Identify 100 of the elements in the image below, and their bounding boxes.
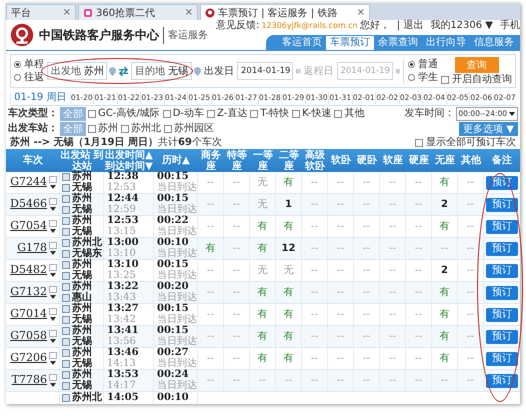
column-header[interactable]: 特等座 xyxy=(224,149,250,172)
checkbox[interactable] xyxy=(121,124,129,132)
checkbox[interactable] xyxy=(334,110,342,118)
train-number-link[interactable]: G7058 xyxy=(10,331,47,342)
column-header[interactable]: 车次 xyxy=(6,149,60,172)
train-number-link[interactable]: G7244 xyxy=(10,177,47,188)
train-number-link[interactable]: G178 xyxy=(17,243,47,254)
info-dropdown-icon[interactable] xyxy=(49,176,57,190)
info-dropdown-icon[interactable] xyxy=(49,352,57,366)
train-number-link[interactable]: G7054 xyxy=(10,221,47,232)
caret-icon[interactable] xyxy=(508,110,516,118)
book-button[interactable]: 预订 xyxy=(486,374,518,388)
checkbox[interactable] xyxy=(162,110,171,118)
close-tab-icon[interactable]: × xyxy=(184,7,193,18)
more-options-button[interactable]: 更多选项 ▼ xyxy=(459,122,518,136)
info-dropdown-icon[interactable] xyxy=(49,330,57,344)
nav-tab[interactable]: 信息服务 xyxy=(470,36,518,50)
seat-availability-cell: -- xyxy=(380,194,406,215)
close-tab-icon[interactable]: × xyxy=(62,7,71,18)
checkbox[interactable] xyxy=(292,110,300,118)
duration-text: 00:15 xyxy=(157,304,189,314)
book-button[interactable]: 预订 xyxy=(486,264,518,278)
nav-tab[interactable]: 余票查询 xyxy=(374,36,422,50)
seat-availability-cell: -- xyxy=(198,348,224,369)
column-header[interactable]: 无座 xyxy=(432,149,458,172)
train-number-link[interactable]: D5482 xyxy=(10,265,47,276)
column-header[interactable]: 软卧 xyxy=(328,149,354,172)
column-header[interactable]: 硬卧 xyxy=(354,149,380,172)
info-dropdown-icon[interactable] xyxy=(49,374,57,388)
radio-button[interactable] xyxy=(14,74,21,81)
book-button[interactable]: 预订 xyxy=(486,308,518,322)
radio-button[interactable] xyxy=(14,61,21,68)
train-number-link[interactable]: G7132 xyxy=(10,287,47,298)
to-field[interactable]: 目的地 无锡 xyxy=(131,62,192,80)
column-header[interactable]: 一等座 xyxy=(250,149,276,172)
book-button[interactable]: 预订 xyxy=(486,220,518,234)
seat-availability-cell: -- xyxy=(302,194,328,215)
book-button[interactable]: 预订 xyxy=(486,242,518,256)
info-dropdown-icon[interactable] xyxy=(49,308,57,322)
checkbox[interactable] xyxy=(250,110,258,118)
info-dropdown-icon[interactable] xyxy=(49,286,57,300)
arrival-time: 13:25 xyxy=(107,270,137,281)
checkbox[interactable] xyxy=(441,76,449,84)
seat-availability-cell: -- xyxy=(458,172,484,193)
nav-tab[interactable]: 车票预订 xyxy=(326,36,374,50)
column-header[interactable]: 出发时间▲ 到达时间▼ xyxy=(104,149,154,172)
calendar-icon[interactable] xyxy=(296,66,300,76)
browser-tab[interactable]: 360抢票二代 × xyxy=(78,4,198,20)
column-header[interactable]: 历时▲ xyxy=(154,149,198,172)
close-tab-icon[interactable]: × xyxy=(356,7,365,18)
my-account-link[interactable]: 我的12306 ▼ xyxy=(430,20,493,32)
info-dropdown-icon[interactable] xyxy=(49,220,57,234)
departure-station: 苏州 xyxy=(72,172,92,182)
book-button[interactable]: 预订 xyxy=(486,352,518,366)
date-label: 出发日 xyxy=(204,64,234,78)
column-header[interactable]: 高级软卧 xyxy=(302,149,328,172)
seat-availability-cell: -- xyxy=(406,282,432,303)
radio-button[interactable] xyxy=(408,74,415,81)
nav-tab[interactable]: 客运首页 xyxy=(278,36,326,50)
train-number-link[interactable]: G7014 xyxy=(10,309,47,320)
seat-availability-cell: -- xyxy=(432,370,458,391)
book-button[interactable]: 预订 xyxy=(486,286,518,300)
calendar-icon[interactable] xyxy=(396,66,400,76)
logout-link[interactable]: | 退出 xyxy=(396,20,424,32)
column-header[interactable]: 二等座 xyxy=(276,149,302,172)
train-number-link[interactable]: G7206 xyxy=(10,353,47,364)
column-header[interactable]: 硬座 xyxy=(406,149,432,172)
info-dropdown-icon[interactable] xyxy=(49,242,57,256)
train-number-link[interactable]: T7786 xyxy=(12,375,47,386)
checkbox[interactable] xyxy=(207,110,216,118)
info-dropdown-icon[interactable] xyxy=(49,264,57,278)
column-header[interactable]: 软座 xyxy=(380,149,406,172)
from-field[interactable]: 出发地 苏州 xyxy=(47,62,107,80)
date-field[interactable]: 2014-01-19 xyxy=(237,62,293,80)
book-button[interactable]: 预订 xyxy=(486,330,518,344)
train-number-link[interactable]: D5466 xyxy=(10,199,47,210)
nav-tab[interactable]: 出行向导 xyxy=(422,36,470,50)
checkbox[interactable] xyxy=(415,138,423,146)
book-button[interactable]: 预订 xyxy=(486,198,518,212)
info-dropdown-icon[interactable] xyxy=(49,198,57,212)
mobile-link[interactable]: 手机 xyxy=(500,20,520,32)
arrival-station: 无锡 xyxy=(72,226,92,236)
column-header[interactable]: 出发站 到达站 xyxy=(60,149,104,172)
swap-icon[interactable] xyxy=(118,66,129,76)
seat-availability-cell: -- xyxy=(198,326,224,347)
column-header[interactable]: 备注 xyxy=(484,149,520,172)
seat-availability-cell: -- xyxy=(406,370,432,391)
column-header[interactable]: 商务座 xyxy=(198,149,224,172)
checkbox[interactable] xyxy=(88,124,96,132)
column-header[interactable]: 其他 xyxy=(458,149,484,172)
browser-tab[interactable]: 车票预订 | 客运服务 | 铁路 × xyxy=(200,4,370,20)
radio-button[interactable] xyxy=(408,61,415,68)
seat-availability-cell: -- xyxy=(198,260,224,281)
seat-availability-cell: -- xyxy=(380,216,406,237)
seat-availability-cell: 有 xyxy=(276,282,302,303)
checkbox[interactable] xyxy=(164,124,172,132)
result-summary: 苏州 --> 无锡（1月19日 周日）共计69个车次 xyxy=(10,136,222,148)
browser-tab[interactable]: 平台 × xyxy=(6,4,76,20)
seat-availability-cell: 有 xyxy=(250,304,276,325)
checkbox[interactable] xyxy=(88,110,96,118)
